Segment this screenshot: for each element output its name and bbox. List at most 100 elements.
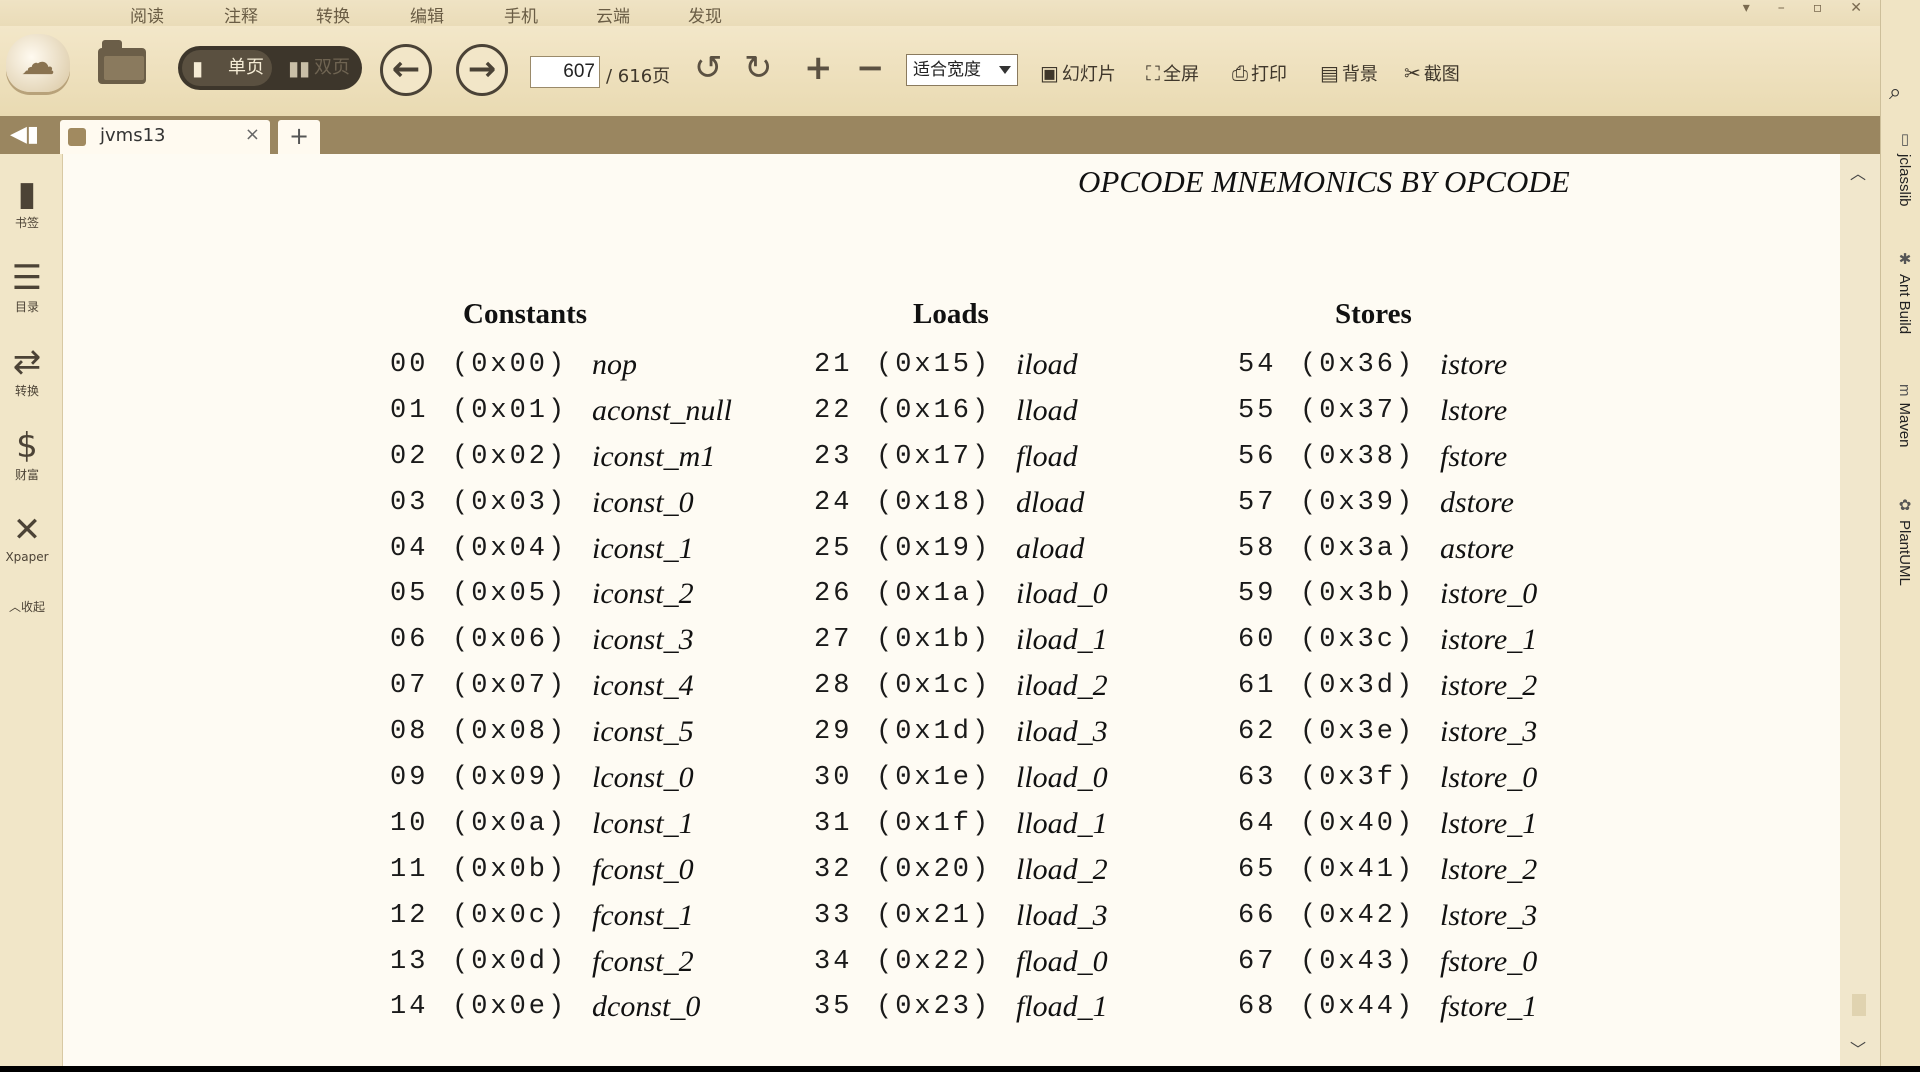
- opcode-decimal: 24: [814, 487, 853, 518]
- menu-convert[interactable]: 转换: [316, 2, 350, 27]
- column-title-constants: Constants: [463, 298, 588, 330]
- menu-edit[interactable]: 编辑: [410, 2, 444, 27]
- opcode-decimal: 01: [390, 395, 429, 426]
- opcode-hex: (0x0b): [452, 854, 568, 885]
- sidebar-item-label: 书签: [14, 216, 39, 230]
- opcode-mnemonic: lstore: [1440, 393, 1508, 427]
- background-label: 背景: [1341, 64, 1378, 85]
- opcode-hex: (0x17): [876, 441, 992, 472]
- opcode-mnemonic: dconst_0: [592, 990, 701, 1024]
- menu-mobile[interactable]: 手机: [504, 2, 538, 27]
- vertical-scrollbar[interactable]: ︿ ﹀: [1840, 154, 1880, 1066]
- zoom-in-icon[interactable]: +: [804, 48, 833, 88]
- double-page-label: 双页: [314, 57, 350, 78]
- opcode-hex: (0x41): [1300, 854, 1416, 885]
- fullscreen-icon: ⛶: [1146, 61, 1160, 85]
- tab-maven[interactable]: m Maven: [1891, 384, 1913, 448]
- zoom-select[interactable]: 适合宽度: [906, 54, 1018, 86]
- printer-icon: ⎙: [1232, 61, 1248, 85]
- sidebar-item-convert[interactable]: ⇄ 转换: [0, 342, 54, 399]
- tab-jclasslib[interactable]: ▯ jclasslib: [1891, 130, 1913, 207]
- opcode-decimal: 35: [814, 992, 853, 1023]
- column-title-stores: Stores: [1335, 298, 1412, 330]
- menu-annotate[interactable]: 注释: [224, 2, 258, 27]
- menu-bar: 阅读 注释 转换 编辑 手机 云端 发现 ▾–▫✕: [0, 0, 1920, 27]
- opcode-mnemonic: aconst_null: [592, 393, 732, 427]
- sidebar-item-xpaper[interactable]: ✕ Xpaper: [0, 510, 54, 564]
- opcode-hex: (0x08): [452, 717, 568, 748]
- scroll-up-icon[interactable]: ︿: [1850, 160, 1866, 184]
- new-tab-button[interactable]: +: [278, 120, 320, 154]
- background-button[interactable]: ▤ 背景: [1320, 60, 1378, 86]
- opcode-decimal: 25: [814, 533, 853, 564]
- page-number-input[interactable]: 607: [530, 56, 600, 88]
- opcode-decimal: 00: [390, 350, 429, 380]
- opcode-mnemonic: istore_2: [1440, 669, 1538, 703]
- tab-ant-build[interactable]: ✱ Ant Build: [1891, 250, 1913, 334]
- opcode-hex: (0x00): [452, 350, 568, 380]
- opcode-mnemonic: fstore: [1440, 439, 1508, 473]
- opcode-decimal: 67: [1238, 946, 1277, 977]
- tab-plantuml[interactable]: ✿ PlantUML: [1891, 496, 1913, 586]
- arrow-right-icon: →: [467, 49, 497, 89]
- sidebar-item-wealth[interactable]: $ 财富: [0, 426, 54, 483]
- window-controls[interactable]: ▾–▫✕: [1743, 0, 1890, 16]
- opcode-mnemonic: iconst_1: [592, 531, 694, 565]
- opcode-hex: (0x37): [1300, 395, 1416, 426]
- search-icon[interactable]: ⌕: [1889, 80, 1901, 105]
- opcode-decimal: 63: [1238, 763, 1277, 794]
- tab-label: jclasslib: [1896, 154, 1913, 207]
- prev-page-button[interactable]: ←: [380, 44, 432, 96]
- opcode-hex: (0x0c): [452, 900, 568, 931]
- zoom-out-icon[interactable]: −: [856, 48, 885, 88]
- opcode-hex: (0x3b): [1300, 579, 1416, 610]
- wealth-icon: $: [16, 426, 38, 466]
- opcode-decimal: 64: [1238, 808, 1277, 839]
- double-page-button[interactable]: ▮▮ 双页: [278, 50, 358, 86]
- sidebar-toggle-icon[interactable]: ◀▮: [10, 122, 39, 147]
- opcode-decimal: 65: [1238, 854, 1277, 885]
- opcode-mnemonic: lconst_1: [592, 806, 694, 840]
- sidebar-item-toc[interactable]: ☰ 目录: [0, 258, 54, 315]
- sidebar-item-bookmarks[interactable]: ▮ 书签: [0, 174, 54, 231]
- app-logo-icon[interactable]: ☁: [6, 34, 70, 92]
- tab-label: PlantUML: [1896, 520, 1913, 586]
- opcode-hex: (0x01): [452, 395, 568, 426]
- close-icon[interactable]: ×: [245, 124, 260, 145]
- opcode-mnemonic: fload_1: [1016, 990, 1108, 1024]
- menu-read[interactable]: 阅读: [130, 2, 164, 27]
- rotate-left-icon[interactable]: ↺: [694, 48, 723, 88]
- scroll-down-icon[interactable]: ﹀: [1850, 1036, 1866, 1060]
- tab-jvms13[interactable]: jvms13 ×: [60, 120, 270, 154]
- scissors-icon: ✂: [1404, 61, 1421, 85]
- menu-cloud[interactable]: 云端: [596, 2, 630, 27]
- slideshow-button[interactable]: ▣ 幻灯片: [1040, 60, 1116, 86]
- opcode-mnemonic: istore: [1440, 348, 1508, 381]
- opcode-hex: (0x1a): [876, 579, 992, 610]
- next-page-button[interactable]: →: [456, 44, 508, 96]
- opcode-hex: (0x39): [1300, 487, 1416, 518]
- sidebar-collapse-button[interactable]: ︿收起: [0, 598, 54, 615]
- opcode-decimal: 30: [814, 763, 853, 794]
- opcode-decimal: 06: [390, 625, 429, 656]
- rotate-right-icon[interactable]: ↻: [744, 48, 773, 88]
- opcode-mnemonic: fconst_2: [592, 944, 694, 978]
- fullscreen-button[interactable]: ⛶ 全屏: [1146, 60, 1199, 86]
- screenshot-button[interactable]: ✂ 截图: [1404, 60, 1460, 86]
- opcode-decimal: 14: [390, 992, 429, 1023]
- print-button[interactable]: ⎙ 打印: [1232, 60, 1287, 86]
- scrollbar-thumb[interactable]: [1852, 994, 1866, 1016]
- menu-discover[interactable]: 发现: [688, 2, 722, 27]
- opcode-decimal: 61: [1238, 671, 1277, 702]
- collapse-label: ︿收起: [0, 598, 54, 615]
- opcode-hex: (0x16): [876, 395, 992, 426]
- opcode-decimal: 56: [1238, 441, 1277, 472]
- opcode-hex: (0x44): [1300, 992, 1416, 1023]
- opcode-mnemonic: aload: [1016, 531, 1085, 565]
- opcode-mnemonic: lstore_0: [1440, 761, 1538, 795]
- reader-window: 阅读 注释 转换 编辑 手机 云端 发现 ▾–▫✕ ☁ ▮ 单页 ▮▮ 双页 ←…: [0, 0, 1920, 1066]
- open-folder-icon[interactable]: [98, 40, 146, 84]
- single-page-button[interactable]: ▮ 单页: [182, 50, 272, 86]
- opcode-mnemonic: fstore_1: [1440, 990, 1538, 1024]
- maven-icon: m: [1896, 384, 1913, 397]
